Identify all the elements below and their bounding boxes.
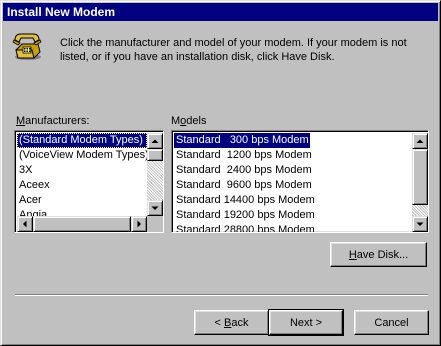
manufacturers-label: Manufacturers: — [16, 115, 89, 128]
back-rest: ack — [231, 316, 249, 329]
manufacturer-item[interactable]: Acer — [17, 193, 147, 208]
next-label: Next > — [289, 316, 323, 329]
model-item[interactable]: Standard 14400 bps Modem — [174, 193, 412, 208]
manufacturer-item[interactable]: Aceex — [17, 178, 147, 193]
have-disk-accel: H — [348, 248, 357, 261]
manufacturers-list: (Standard Modem Types) (VoiceView Modem … — [17, 133, 147, 216]
instructions-text: Click the manufacturer and model of your… — [60, 37, 407, 63]
models-vscroll-thumb[interactable] — [412, 149, 428, 205]
model-item[interactable]: Standard 9600 bps Modem — [174, 178, 412, 193]
models-list: Standard 300 bps Modem Standard 1200 bps… — [174, 133, 412, 232]
telephone-modem-icon — [11, 30, 43, 62]
scroll-left-arrow-icon[interactable] — [17, 216, 33, 232]
scroll-up-arrow-icon[interactable] — [147, 133, 163, 149]
window-title: Install New Modem — [7, 5, 116, 19]
manufacturers-vertical-scrollbar[interactable] — [147, 133, 163, 216]
manufacturers-label-rest: anufacturers: — [25, 115, 90, 127]
model-item[interactable]: Standard 28800 bps Modem — [174, 223, 412, 232]
back-label: < Back — [195, 312, 268, 334]
models-vertical-scrollbar[interactable] — [412, 133, 428, 232]
back-pre: < — [214, 316, 224, 329]
models-label-pre: M — [171, 115, 181, 127]
models-label-rest: dels — [186, 115, 207, 127]
models-label: Models — [171, 115, 206, 128]
manufacturers-hscroll-thumb[interactable] — [33, 216, 131, 232]
manufacturer-item[interactable]: Angia — [17, 208, 147, 216]
have-disk-rest: ave Disk... — [356, 248, 409, 261]
manufacturers-label-accel: M — [16, 115, 26, 127]
models-listbox[interactable]: Standard 300 bps Modem Standard 1200 bps… — [171, 130, 429, 233]
scroll-down-arrow-icon[interactable] — [147, 200, 163, 216]
title-bar[interactable]: Install New Modem — [3, 3, 438, 21]
install-new-modem-window: Install New Modem Click the manufacturer… — [0, 0, 441, 346]
manufacturers-horizontal-scrollbar[interactable] — [17, 216, 147, 232]
back-button[interactable]: < Back — [194, 310, 269, 335]
next-button[interactable]: Next > — [268, 309, 344, 336]
manufacturer-item[interactable]: (Standard Modem Types) — [17, 133, 147, 148]
scrollbar-corner — [147, 216, 163, 232]
model-item[interactable]: Standard 2400 bps Modem — [174, 163, 412, 178]
manufacturer-item[interactable]: 3X — [17, 163, 147, 178]
manufacturers-vscroll-thumb[interactable] — [147, 149, 163, 161]
model-item[interactable]: Standard 1200 bps Modem — [174, 148, 412, 163]
cancel-button[interactable]: Cancel — [354, 310, 429, 335]
separator — [15, 294, 428, 296]
scroll-down-arrow-icon[interactable] — [412, 216, 428, 232]
scroll-right-arrow-icon[interactable] — [131, 216, 147, 232]
have-disk-label: Have Disk... — [331, 244, 426, 266]
model-item[interactable]: Standard 300 bps Modem — [174, 133, 310, 148]
manufacturer-item[interactable]: (VoiceView Modem Types) — [17, 148, 147, 163]
model-item[interactable]: Standard 19200 bps Modem — [174, 208, 412, 223]
cancel-label: Cancel — [374, 316, 409, 329]
scroll-up-arrow-icon[interactable] — [412, 133, 428, 149]
manufacturers-listbox[interactable]: (Standard Modem Types) (VoiceView Modem … — [14, 130, 164, 233]
have-disk-button[interactable]: Have Disk... — [330, 242, 427, 267]
